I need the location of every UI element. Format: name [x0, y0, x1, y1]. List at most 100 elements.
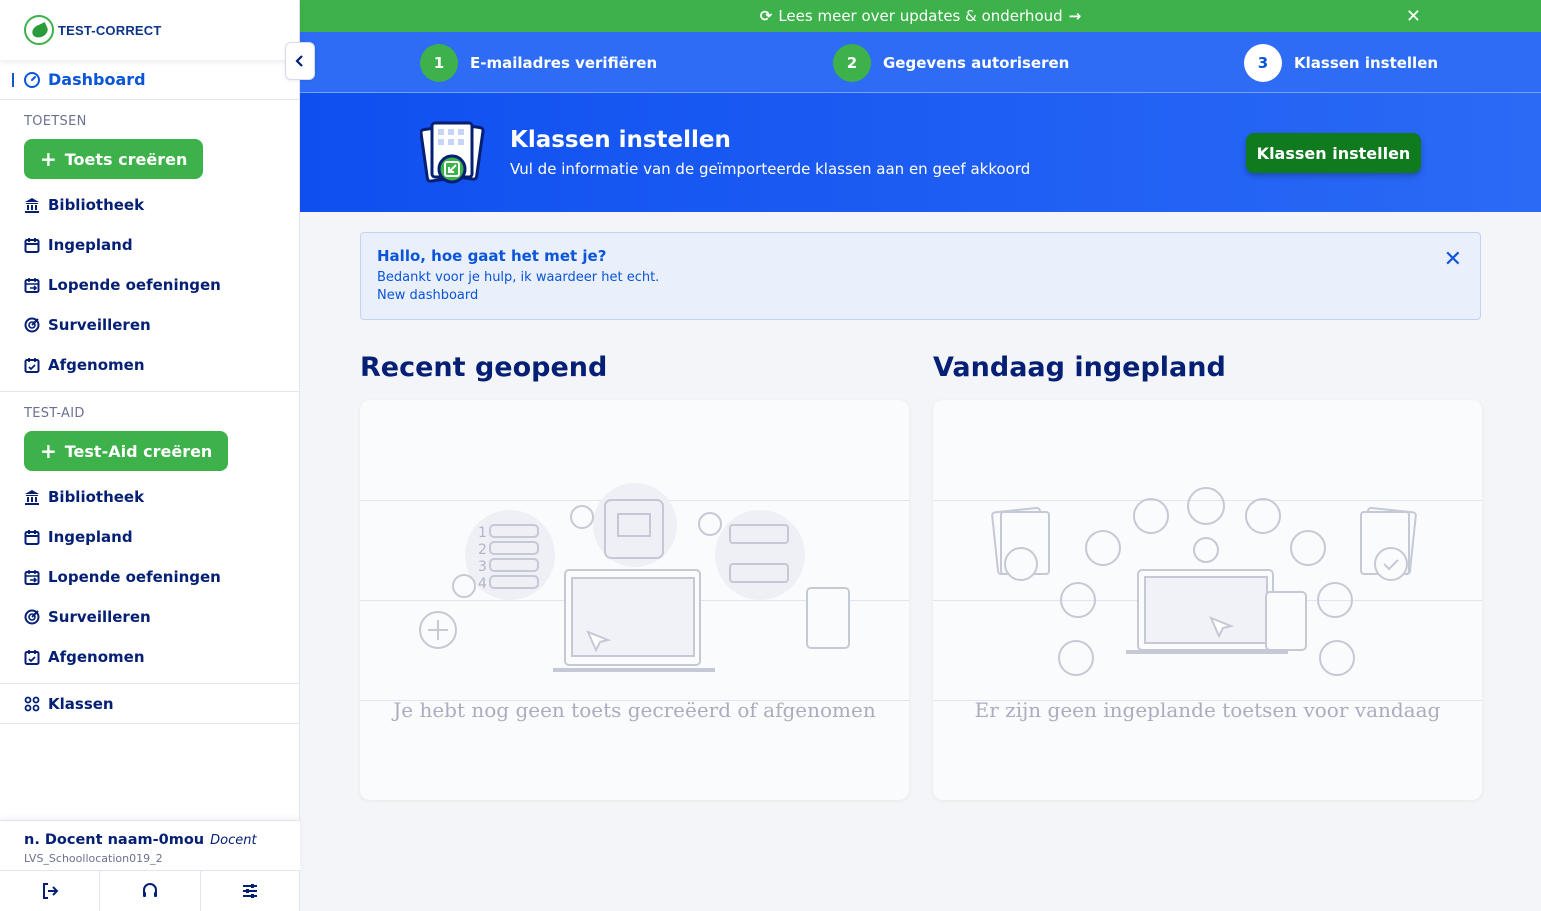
arrow-right-icon: →	[1068, 7, 1082, 25]
sidebar: TEST-CORRECT Dashboard TOETSEN + Toets c…	[0, 0, 300, 911]
sidebar-item-aid-afgenomen[interactable]: Afgenomen	[0, 637, 299, 677]
section-test-aid: TEST-AID + Test-Aid creëren Bibliotheek …	[0, 392, 299, 684]
close-message-icon[interactable]: ✕	[1444, 247, 1462, 272]
sidebar-item-label: Bibliotheek	[48, 488, 145, 506]
empty-schedule-illustration	[991, 487, 1417, 676]
sidebar-item-label: Bibliotheek	[48, 196, 145, 214]
library-icon	[25, 198, 39, 213]
dashboard-icon	[24, 71, 40, 88]
sidebar-item-aid-bibliotheek[interactable]: Bibliotheek	[0, 477, 299, 517]
sidebar-item-dashboard[interactable]: Dashboard	[0, 60, 299, 100]
recent-title: Recent geopend	[360, 352, 608, 383]
chevron-left-icon	[295, 55, 303, 67]
calendar-icon	[24, 530, 40, 545]
svg-text:2: 2	[478, 542, 487, 558]
update-banner[interactable]: ⟳ Lees meer over updates & onderhoud → ✕	[300, 0, 1541, 32]
sidebar-item-label: Dashboard	[48, 70, 146, 89]
klassen-instellen-button[interactable]: Klassen instellen	[1246, 133, 1421, 173]
svg-text:1: 1	[478, 525, 487, 541]
onboarding-steps: 1 E-mailadres verifiëren 2 Gegevens auto…	[300, 32, 1541, 93]
sidebar-item-aid-ingepland[interactable]: Ingepland	[0, 517, 299, 557]
recent-card: 1 2 3 4 Je hebt nog geen toets gecreëerd…	[360, 400, 909, 800]
step-number: 2	[833, 44, 871, 82]
plus-icon: +	[40, 147, 57, 171]
sidebar-item-klassen[interactable]: Klassen	[0, 684, 299, 724]
create-test-aid-button[interactable]: + Test-Aid creëren	[24, 431, 229, 471]
sidebar-item-label: Ingepland	[48, 236, 133, 254]
library-icon	[25, 490, 39, 505]
sliders-icon	[243, 884, 258, 898]
sidebar-item-bibliotheek[interactable]: Bibliotheek	[0, 185, 299, 225]
sidebar-item-aid-lopende-oefeningen[interactable]: Lopende oefeningen	[0, 557, 299, 597]
today-card: Er zijn geen ingeplande toetsen voor van…	[933, 400, 1482, 800]
step-2: 2 Gegevens autoriseren	[833, 44, 1069, 82]
user-name-row: n. Docent naam-0mou Docent	[24, 829, 276, 848]
classes-document-icon	[420, 121, 485, 184]
calendar-arrow-icon	[24, 570, 40, 585]
user-role: Docent	[210, 833, 257, 848]
step-3: 3 Klassen instellen	[1244, 44, 1438, 82]
user-name: n. Docent naam-0mou	[24, 832, 205, 848]
sidebar-item-lopende-oefeningen[interactable]: Lopende oefeningen	[0, 265, 299, 305]
hero-banner: Klassen instellen Vul de informatie van …	[300, 93, 1541, 212]
recent-empty-text: Je hebt nog geen toets gecreëerd of afge…	[393, 698, 876, 722]
message-line-2: New dashboard	[377, 288, 479, 303]
create-toets-label: Toets creëren	[64, 149, 188, 169]
sidebar-item-label: Surveilleren	[48, 608, 151, 626]
step-label: Klassen instellen	[1294, 54, 1439, 72]
logout-button[interactable]	[0, 871, 101, 911]
dolphin-logo-icon	[24, 15, 54, 45]
logo-text: TEST-CORRECT	[58, 22, 162, 38]
create-toets-button[interactable]: + Toets creëren	[24, 139, 204, 179]
calendar-icon	[24, 238, 40, 253]
section-title-toetsen: TOETSEN	[24, 114, 87, 129]
hero-title: Klassen instellen	[510, 127, 731, 153]
user-info: n. Docent naam-0mou Docent LVS_Schoolloca…	[0, 820, 300, 870]
calendar-check-icon	[24, 650, 40, 665]
plus-icon: +	[40, 439, 57, 463]
sidebar-item-label: Afgenomen	[48, 648, 145, 666]
support-button[interactable]	[100, 871, 201, 911]
step-label: Gegevens autoriseren	[883, 54, 1070, 72]
calendar-arrow-icon	[24, 278, 40, 293]
logo[interactable]: TEST-CORRECT	[0, 0, 299, 60]
calendar-check-icon	[24, 358, 40, 373]
radar-icon	[24, 609, 40, 625]
sidebar-item-aid-surveilleren[interactable]: Surveilleren	[0, 597, 299, 637]
update-banner-text: Lees meer over updates & onderhoud	[778, 7, 1063, 25]
logout-icon	[42, 883, 59, 899]
step-number: 1	[420, 44, 458, 82]
collapse-sidebar-button[interactable]	[285, 42, 315, 80]
svg-text:3: 3	[478, 559, 487, 575]
sidebar-item-label: Surveilleren	[48, 316, 151, 334]
welcome-message: Hallo, hoe gaat het met je? Bedankt voor…	[360, 232, 1481, 320]
settings-button[interactable]	[201, 871, 300, 911]
sidebar-item-ingepland[interactable]: Ingepland	[0, 225, 299, 265]
sidebar-item-label: Lopende oefeningen	[48, 276, 221, 294]
today-title: Vandaag ingepland	[933, 352, 1226, 383]
message-line-1: Bedankt voor je hulp, ik waardeer het ec…	[377, 270, 660, 285]
sidebar-item-label: Klassen	[48, 694, 114, 713]
hero-subtitle: Vul de informatie van de geïmporteerde k…	[510, 160, 1031, 178]
close-banner-icon[interactable]: ✕	[1406, 6, 1421, 27]
empty-tests-illustration: 1 2 3 4	[419, 483, 850, 672]
user-actions	[0, 870, 300, 911]
message-title: Hallo, hoe gaat het met je?	[377, 247, 607, 265]
active-indicator	[12, 72, 14, 87]
create-test-aid-label: Test-Aid creëren	[64, 441, 213, 461]
step-1: 1 E-mailadres verifiëren	[420, 44, 657, 82]
today-empty-text: Er zijn geen ingeplande toetsen voor van…	[974, 698, 1441, 722]
sidebar-item-label: Lopende oefeningen	[48, 568, 221, 586]
section-toetsen: TOETSEN + Toets creëren Bibliotheek Inge…	[0, 100, 299, 392]
sidebar-item-label: Afgenomen	[48, 356, 145, 374]
sidebar-item-afgenomen[interactable]: Afgenomen	[0, 345, 299, 385]
refresh-icon: ⟳	[759, 7, 773, 25]
headset-icon	[142, 883, 157, 897]
classes-icon	[24, 696, 40, 711]
step-label: E-mailadres verifiëren	[470, 54, 658, 72]
radar-icon	[24, 317, 40, 333]
step-number: 3	[1244, 44, 1282, 82]
user-school: LVS_Schoollocation019_2	[24, 852, 163, 865]
section-title-test-aid: TEST-AID	[24, 406, 85, 421]
sidebar-item-surveilleren[interactable]: Surveilleren	[0, 305, 299, 345]
